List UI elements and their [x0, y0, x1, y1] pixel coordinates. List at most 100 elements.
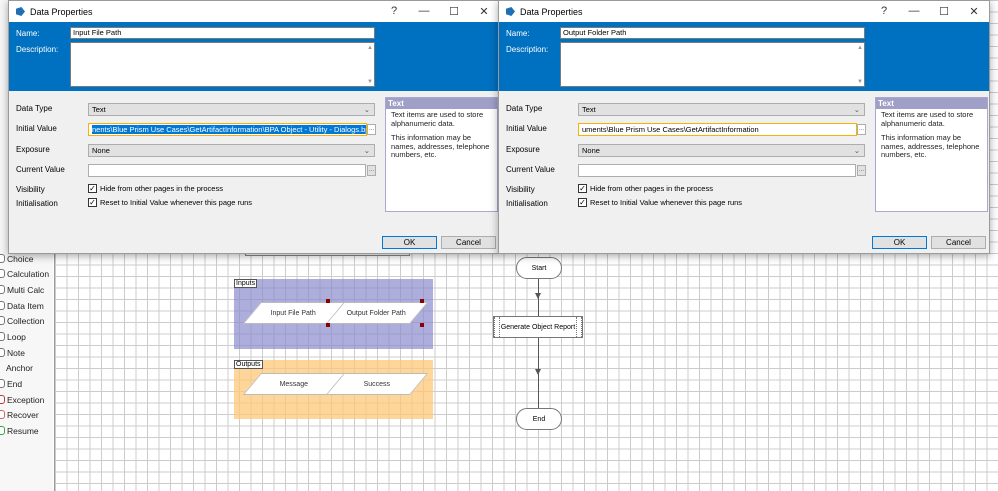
- data-type-select[interactable]: Text ⌄: [88, 103, 375, 116]
- current-value-label: Current Value: [16, 165, 65, 174]
- collection-icon: [0, 316, 5, 325]
- minimize-button[interactable]: —: [409, 5, 439, 18]
- title-bar[interactable]: Data Properties ? — ☐ ✕: [499, 1, 989, 22]
- description-label: Description:: [506, 45, 549, 54]
- hide-from-other-pages-checkbox[interactable]: ✓ Hide from other pages in the process: [88, 184, 223, 193]
- current-value-input[interactable]: [88, 164, 366, 177]
- toolbox-calculation[interactable]: Calculation: [0, 266, 49, 281]
- current-value-browse-button[interactable]: ...: [857, 165, 866, 176]
- arrow-icon: [535, 369, 541, 375]
- arrow-icon: [535, 293, 541, 299]
- start-stage[interactable]: Start: [516, 257, 562, 279]
- selection-handle[interactable]: [326, 299, 330, 303]
- toolbox-note[interactable]: Note: [0, 345, 25, 360]
- outputs-block[interactable]: Outputs Message Success: [234, 360, 433, 419]
- multi-calc-icon: [0, 285, 5, 294]
- selection-handle[interactable]: [420, 299, 424, 303]
- ok-button[interactable]: OK: [872, 236, 927, 249]
- initial-value-input[interactable]: uments\Blue Prism Use Cases\GetArtifactI…: [578, 123, 857, 136]
- cancel-button[interactable]: Cancel: [931, 236, 986, 249]
- description-label: Description:: [16, 45, 59, 54]
- checkmark-icon: ✓: [88, 184, 97, 193]
- data-item-icon: [0, 301, 5, 310]
- current-value-input[interactable]: [578, 164, 856, 177]
- blue-prism-logo-icon: [506, 7, 515, 16]
- calculation-icon: [0, 269, 5, 278]
- help-button[interactable]: ?: [869, 5, 899, 18]
- current-value-label: Current Value: [506, 165, 555, 174]
- toolbox-loop[interactable]: Loop: [0, 329, 26, 344]
- title-bar[interactable]: Data Properties ? — ☐ ✕: [9, 1, 499, 22]
- choice-icon: [0, 254, 5, 263]
- toolbox-end[interactable]: End: [0, 376, 22, 391]
- end-stage[interactable]: End: [516, 408, 562, 430]
- exposure-select[interactable]: None ⌄: [88, 144, 375, 157]
- toolbox-anchor[interactable]: Anchor: [0, 360, 33, 375]
- initial-value-label: Initial Value: [506, 124, 547, 133]
- checkmark-icon: ✓: [88, 198, 97, 207]
- reset-to-initial-value-checkbox[interactable]: ✓ Reset to Initial Value whenever this pa…: [578, 198, 742, 207]
- header-panel: Name: Input File Path Description: ▲ ▼: [9, 22, 499, 91]
- data-type-info-panel: Text Text items are used to store alphan…: [385, 97, 498, 212]
- description-input[interactable]: ▲ ▼: [70, 42, 375, 87]
- outputs-label: Outputs: [234, 360, 263, 369]
- name-input[interactable]: Input File Path: [70, 27, 375, 39]
- close-button[interactable]: ✕: [469, 5, 499, 18]
- checkmark-icon: ✓: [578, 198, 587, 207]
- scroll-up-icon[interactable]: ▲: [367, 45, 373, 51]
- data-type-info-panel: Text Text items are used to store alphan…: [875, 97, 988, 212]
- dialog-title: Data Properties: [30, 6, 93, 17]
- data-type-label: Data Type: [16, 104, 53, 113]
- chevron-down-icon: ⌄: [363, 105, 370, 114]
- minimize-button[interactable]: —: [899, 5, 929, 18]
- current-value-browse-button[interactable]: ...: [367, 165, 376, 176]
- toolbox-collection[interactable]: Collection: [0, 313, 44, 328]
- selection-handle[interactable]: [326, 323, 330, 327]
- reset-to-initial-value-checkbox[interactable]: ✓ Reset to Initial Value whenever this pa…: [88, 198, 252, 207]
- inputs-label: Inputs: [234, 279, 258, 288]
- initial-value-browse-button[interactable]: ...: [367, 124, 376, 135]
- info-text: This information may be names, addresses…: [881, 133, 980, 159]
- name-label: Name:: [506, 29, 530, 38]
- blue-prism-logo-icon: [16, 7, 25, 16]
- exception-icon: [0, 395, 5, 404]
- data-type-select[interactable]: Text ⌄: [578, 103, 865, 116]
- close-button[interactable]: ✕: [959, 5, 989, 18]
- info-text: Text items are used to store alphanumeri…: [881, 110, 974, 128]
- dialog-title: Data Properties: [520, 6, 583, 17]
- selection-handle[interactable]: [420, 323, 424, 327]
- initial-value-label: Initial Value: [16, 124, 57, 133]
- visibility-label: Visibility: [506, 185, 535, 194]
- maximize-button[interactable]: ☐: [439, 5, 469, 18]
- scroll-down-icon[interactable]: ▼: [857, 79, 863, 85]
- scroll-down-icon[interactable]: ▼: [367, 79, 373, 85]
- description-input[interactable]: ▲ ▼: [560, 42, 865, 87]
- initialisation-label: Initialisation: [506, 199, 548, 208]
- help-button[interactable]: ?: [379, 5, 409, 18]
- exposure-select[interactable]: None ⌄: [578, 144, 865, 157]
- toolbox-multi-calc[interactable]: Multi Calc: [0, 282, 44, 297]
- hide-from-other-pages-checkbox[interactable]: ✓ Hide from other pages in the process: [578, 184, 713, 193]
- inputs-block[interactable]: Inputs Input File Path Output Folder Pat…: [234, 279, 433, 349]
- ok-button[interactable]: OK: [382, 236, 437, 249]
- exposure-label: Exposure: [16, 145, 50, 154]
- name-input[interactable]: Output Folder Path: [560, 27, 865, 39]
- data-type-label: Data Type: [506, 104, 543, 113]
- maximize-button[interactable]: ☐: [929, 5, 959, 18]
- toolbox-resume[interactable]: Resume: [0, 423, 39, 438]
- toolbox-recover[interactable]: Recover: [0, 407, 39, 422]
- toolbox-exception[interactable]: Exception: [0, 392, 44, 407]
- note-icon: [0, 348, 5, 357]
- output-folder-path-item[interactable]: Output Folder Path: [325, 302, 429, 324]
- scroll-up-icon[interactable]: ▲: [857, 45, 863, 51]
- toolbox-data-item[interactable]: Data Item: [0, 298, 44, 313]
- success-item[interactable]: Success: [325, 373, 429, 395]
- initial-value-input[interactable]: nents\Blue Prism Use Cases\GetArtifactIn…: [88, 123, 367, 136]
- chevron-down-icon: ⌄: [363, 146, 370, 155]
- initial-value-browse-button[interactable]: ...: [857, 124, 866, 135]
- visibility-label: Visibility: [16, 185, 45, 194]
- generate-object-report-stage[interactable]: Generate Object Report: [493, 316, 583, 338]
- checkmark-icon: ✓: [578, 184, 587, 193]
- cancel-button[interactable]: Cancel: [441, 236, 496, 249]
- header-panel: Name: Output Folder Path Description: ▲ ▼: [499, 22, 989, 91]
